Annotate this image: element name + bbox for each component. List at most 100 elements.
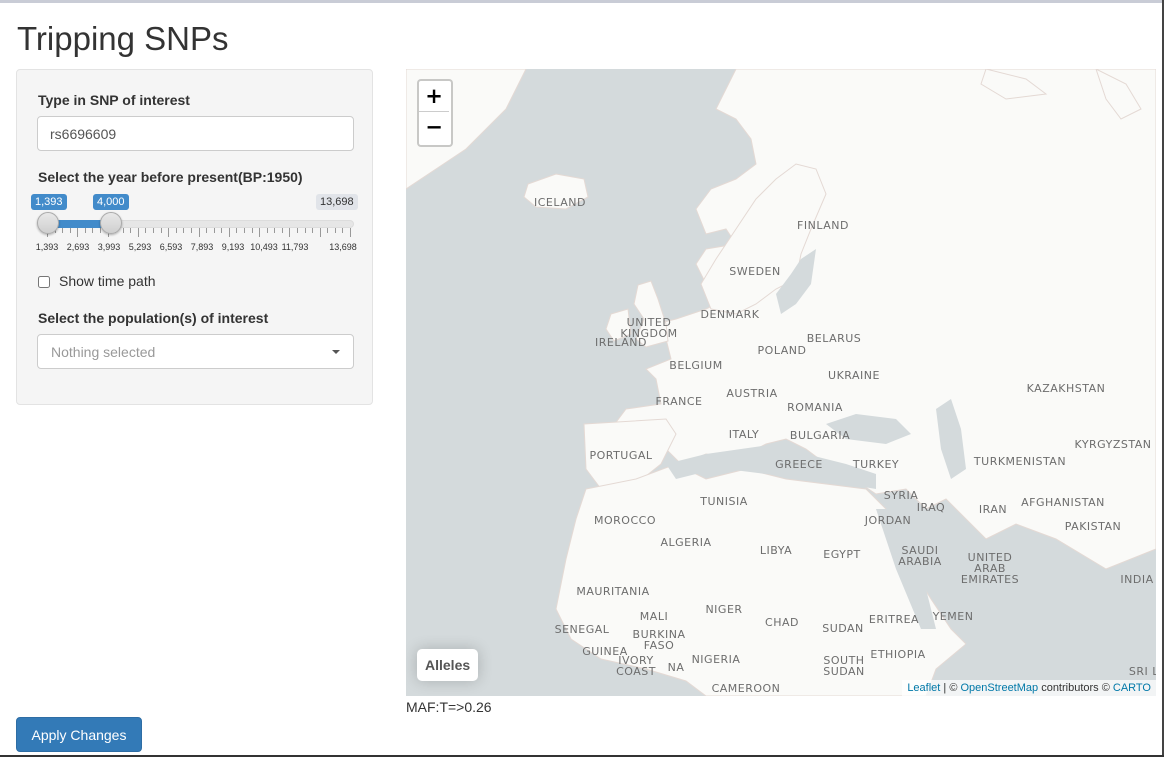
slider-tick (267, 228, 268, 233)
zoom-out-button[interactable]: − (419, 112, 449, 142)
country-label-egypt: EGYPT (823, 548, 861, 561)
country-label-turkey: TURKEY (852, 458, 900, 471)
map-attribution: Leaflet | © OpenStreetMap contributors ©… (902, 680, 1156, 696)
slider-tick (85, 228, 86, 233)
zoom-control: + − (417, 79, 453, 147)
slider-from-handle[interactable] (37, 212, 59, 234)
country-label-cameroon: CAMEROON (711, 682, 781, 695)
slider-tick-label: 2,693 (66, 242, 90, 252)
year-range-slider[interactable]: 1,393 4,000 13,698 1,393 2,693 3,993 5,293 6… (31, 192, 358, 252)
slider-tick-label: 9,193 (221, 242, 245, 252)
country-label-algeria: ALGERIA (660, 536, 712, 549)
country-label-kyrgyzstan: KYRGYZSTAN (1074, 438, 1152, 451)
slider-tick (92, 228, 93, 233)
country-label-yemen: YEMEN (932, 610, 974, 623)
slider-tick (199, 228, 200, 237)
slider-tick (305, 228, 306, 233)
slider-to-handle[interactable] (100, 212, 122, 234)
country-label-finland: FINLAND (797, 219, 849, 232)
slider-tick (312, 228, 313, 233)
slider-tick (259, 228, 260, 237)
maf-text: MAF:T=>0.26 (406, 699, 492, 715)
slider-tick (274, 228, 275, 233)
slider-tick (342, 228, 343, 233)
apply-changes-button[interactable]: Apply Changes (16, 717, 142, 752)
country-label-syria: SYRIA (883, 489, 919, 502)
slider-tick-label: 10,493 (250, 242, 278, 252)
slider-tick (297, 228, 298, 233)
country-label-mali: MALI (639, 610, 669, 623)
slider-tick (145, 228, 146, 233)
country-label-tunisia: TUNISIA (700, 495, 748, 508)
country-label-senegal: SENEGAL (554, 623, 610, 636)
slider-tick (138, 228, 139, 237)
slider-tick (168, 228, 169, 237)
slider-tick (320, 228, 321, 237)
alleles-legend: Alleles (417, 649, 479, 681)
slider-tick (327, 228, 328, 233)
population-select-placeholder: Nothing selected (51, 344, 156, 360)
leaflet-link[interactable]: Leaflet (907, 682, 940, 694)
population-select[interactable]: Nothing selected (37, 334, 354, 369)
window-top-border (0, 0, 1164, 3)
slider-tick (130, 228, 131, 233)
slider-tick-label: 1,393 (35, 242, 59, 252)
country-label-poland: POLAND (757, 344, 807, 357)
country-label-afghanistan: AFGHANISTAN (1021, 496, 1105, 509)
country-label-burkina-faso: BURKINA FASO (632, 628, 686, 652)
country-label-mauritania: MAURITANIA (576, 585, 650, 598)
country-label-india: INDIA (1120, 573, 1154, 586)
slider-tick (123, 228, 124, 233)
country-label-portugal: PORTUGAL (589, 449, 653, 462)
country-label-nigeria: NIGERIA (691, 653, 741, 666)
country-label-belgium: BELGIUM (669, 359, 723, 372)
slider-tick (236, 228, 237, 233)
slider-tick (62, 228, 63, 233)
slider-tick-label: 13,698 (329, 242, 357, 252)
sidebar-panel: Type in SNP of interest Select the year … (16, 69, 373, 405)
country-label-south-sudan: SOUTH SUDAN (823, 654, 865, 678)
snp-input[interactable] (37, 116, 354, 151)
slider-tick (289, 228, 290, 237)
slider-tick (282, 228, 283, 233)
country-label-sweden: SWEDEN (729, 265, 781, 278)
slider-from-value: 1,393 (31, 194, 67, 210)
slider-tick-label: 6,593 (159, 242, 183, 252)
map[interactable]: ICELAND FINLAND SWEDEN DENMARK UNITED KINGDO… (406, 69, 1156, 696)
slider-tick (335, 228, 336, 233)
zoom-in-button[interactable]: + (419, 81, 449, 112)
slider-tick (221, 228, 222, 233)
country-label-italy: ITALY (728, 428, 760, 441)
slider-tick (244, 228, 245, 233)
slider-tick-label: 5,293 (128, 242, 152, 252)
population-label: Select the population(s) of interest (38, 310, 269, 326)
country-label-denmark: DENMARK (700, 308, 760, 321)
slider-max-value: 13,698 (316, 194, 358, 210)
slider-to-value: 4,000 (93, 194, 129, 210)
slider-tick (161, 228, 162, 233)
country-label-chad: CHAD (765, 616, 799, 629)
country-label-saudi-arabia: SAUDI ARABIA (898, 544, 942, 568)
country-label-ireland: IRELAND (595, 336, 647, 349)
slider-tick (191, 228, 192, 233)
slider-tick-label: 7,893 (190, 242, 214, 252)
slider-tick (183, 228, 184, 233)
country-label-jordan: JORDAN (864, 514, 912, 527)
country-label-ukraine: UKRAINE (828, 369, 880, 382)
slider-tick (229, 228, 230, 237)
country-label-eritrea: ERITREA (868, 613, 920, 626)
country-label-bulgaria: BULGARIA (789, 429, 851, 442)
osm-link[interactable]: OpenStreetMap (960, 682, 1038, 694)
country-label-libya: LIBYA (759, 544, 793, 557)
show-time-path-label[interactable]: Show time path (59, 273, 156, 289)
country-label-austria: AUSTRIA (726, 387, 778, 400)
country-label-iran: IRAN (978, 503, 1008, 516)
country-label-turkmenistan: TURKMENISTAN (973, 455, 1067, 468)
show-time-path-checkbox[interactable] (38, 276, 50, 288)
country-label-romania: ROMANIA (787, 401, 843, 414)
slider-tick (176, 228, 177, 233)
country-label-iceland: ICELAND (534, 196, 586, 209)
country-label-kazakhstan: KAZAKHSTAN (1026, 382, 1106, 395)
carto-link[interactable]: CARTO (1113, 682, 1151, 694)
country-label-sudan: SUDAN (822, 622, 864, 635)
